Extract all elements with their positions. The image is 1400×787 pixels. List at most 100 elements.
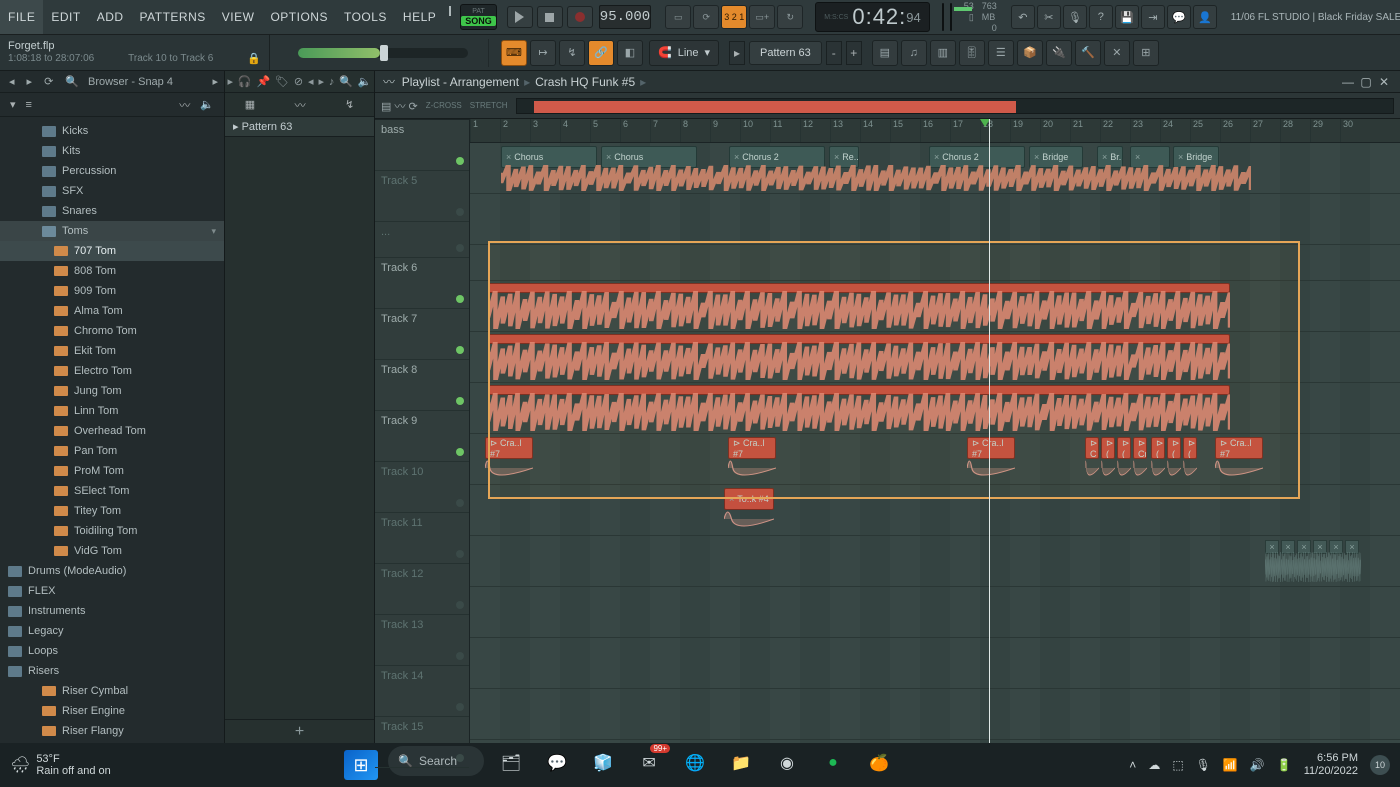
playlist-minimap[interactable] bbox=[516, 98, 1394, 114]
bar-5[interactable]: 5 bbox=[590, 119, 620, 142]
folder-item-sfx[interactable]: SFX bbox=[0, 181, 224, 201]
channelrack-icon[interactable]: ▥ bbox=[930, 40, 956, 66]
browser-search-icon[interactable]: 🔍 bbox=[62, 75, 82, 88]
picker-current-pattern[interactable]: ▸ Pattern 63 bbox=[225, 117, 374, 137]
bar-13[interactable]: 13 bbox=[830, 119, 860, 142]
link-icon[interactable]: 🔗 bbox=[588, 40, 614, 66]
folder-item-flex[interactable]: FLEX bbox=[0, 581, 224, 601]
bar-29[interactable]: 29 bbox=[1310, 119, 1340, 142]
grid-view-icon[interactable]: ▦ bbox=[245, 98, 255, 111]
pattern-minus[interactable]: - bbox=[826, 41, 842, 65]
auto-icon[interactable]: ↯ bbox=[345, 98, 354, 111]
bar-30[interactable]: 30 bbox=[1340, 119, 1370, 142]
playlist-min-icon[interactable]: — bbox=[1340, 75, 1356, 89]
bar-25[interactable]: 25 bbox=[1190, 119, 1220, 142]
sample-item-riser-flangy[interactable]: Riser Flangy bbox=[0, 721, 224, 741]
track-header-3[interactable]: ... bbox=[375, 222, 469, 258]
onedrive-icon[interactable]: ☁ bbox=[1148, 758, 1160, 772]
bar-1[interactable]: 1 bbox=[470, 119, 500, 142]
tempo-tap-icon[interactable]: 🔌 bbox=[1046, 40, 1072, 66]
folder-item-risers[interactable]: Risers bbox=[0, 661, 224, 681]
arrange-menu-icon[interactable]: 〰 bbox=[383, 73, 395, 90]
feed-icon[interactable]: 💬 bbox=[1167, 5, 1191, 29]
account-icon[interactable]: 👤 bbox=[1193, 5, 1217, 29]
track-mute-dot[interactable] bbox=[456, 754, 464, 762]
playlist-icon[interactable]: ▤ bbox=[872, 40, 898, 66]
track-lane-12[interactable] bbox=[470, 689, 1400, 740]
edge-icon[interactable]: 🌐 bbox=[676, 746, 714, 780]
sample-item-riser-cymbal[interactable]: Riser Cymbal bbox=[0, 681, 224, 701]
playlist-tools-icon[interactable]: ▤ 〰 ⟳ bbox=[381, 98, 418, 114]
track-header-6[interactable]: Track 8 bbox=[375, 360, 469, 411]
right-icon[interactable]: ▸ bbox=[318, 75, 324, 88]
clip-close-icon[interactable]: × bbox=[734, 152, 739, 162]
track-header-8[interactable]: Track 10 bbox=[375, 462, 469, 513]
sample-item-titey-tom[interactable]: Titey Tom bbox=[0, 501, 224, 521]
bar-21[interactable]: 21 bbox=[1070, 119, 1100, 142]
bar-16[interactable]: 16 bbox=[920, 119, 950, 142]
bar-4[interactable]: 4 bbox=[560, 119, 590, 142]
track-lane-3[interactable] bbox=[470, 245, 1400, 281]
snap-selector[interactable]: 🧲 Line ▾ bbox=[649, 40, 719, 66]
menu-help[interactable]: HELP bbox=[395, 0, 444, 34]
playhead[interactable] bbox=[989, 119, 990, 743]
headphone-icon[interactable]: 🎧 bbox=[238, 75, 252, 88]
plugin-db-icon[interactable]: 📦 bbox=[1017, 40, 1043, 66]
typing-keyboard-icon[interactable]: ⌨ bbox=[501, 40, 527, 66]
mic-tray-icon[interactable]: 🎙 bbox=[1196, 758, 1211, 772]
filter-icon[interactable]: ≡ bbox=[26, 99, 32, 111]
clip-close-icon[interactable]: × bbox=[729, 494, 734, 504]
close-all-icon[interactable]: ✕ bbox=[1104, 40, 1130, 66]
track-lane-8[interactable]: ×To..k #4 bbox=[470, 485, 1400, 536]
store-icon[interactable]: 🧊 bbox=[584, 746, 622, 780]
chrome-icon[interactable]: ◉ bbox=[768, 746, 806, 780]
sample-item-alma-tom[interactable]: Alma Tom bbox=[0, 301, 224, 321]
stretch-label[interactable]: STRETCH bbox=[470, 101, 508, 110]
sample-item-linn-tom[interactable]: Linn Tom bbox=[0, 401, 224, 421]
menu-add[interactable]: ADD bbox=[89, 0, 132, 34]
sample-item-909-tom[interactable]: 909 Tom bbox=[0, 281, 224, 301]
track-mute-dot[interactable] bbox=[456, 295, 464, 303]
bar-22[interactable]: 22 bbox=[1100, 119, 1130, 142]
sample-item-prom-tom[interactable]: ProM Tom bbox=[0, 461, 224, 481]
bar-ruler[interactable]: 1234567891011121314151617181920212223242… bbox=[470, 119, 1400, 143]
menu-view[interactable]: VIEW bbox=[214, 0, 263, 34]
sample-item-808-tom[interactable]: 808 Tom bbox=[0, 261, 224, 281]
visualizer[interactable] bbox=[942, 3, 944, 31]
help-icon[interactable]: ? bbox=[1089, 5, 1113, 29]
browser-tree[interactable]: KicksKitsPercussionSFXSnaresToms707 Tom8… bbox=[0, 117, 224, 743]
clip-close-icon[interactable]: × bbox=[1135, 152, 1140, 162]
mic-icon[interactable]: 🎙 bbox=[1063, 5, 1087, 29]
track-mute-dot[interactable] bbox=[456, 601, 464, 609]
bar-3[interactable]: 3 bbox=[530, 119, 560, 142]
sample-item-chromo-tom[interactable]: Chromo Tom bbox=[0, 321, 224, 341]
dropbox-icon[interactable]: ⬚ bbox=[1172, 758, 1183, 772]
explorer-icon[interactable]: 📁 bbox=[722, 746, 760, 780]
flstudio-icon[interactable]: 🍊 bbox=[860, 746, 898, 780]
menu-options[interactable]: OPTIONS bbox=[262, 0, 336, 34]
folder-item-drums-modeaudio-[interactable]: Drums (ModeAudio) bbox=[0, 561, 224, 581]
bar-7[interactable]: 7 bbox=[650, 119, 680, 142]
spotify-icon[interactable]: ● bbox=[814, 746, 852, 780]
record-button[interactable] bbox=[567, 6, 593, 28]
track-mute-dot[interactable] bbox=[456, 346, 464, 354]
countdown-icon[interactable]: ⟳ bbox=[693, 5, 719, 29]
taskview-icon[interactable]: 🗂 bbox=[492, 746, 530, 780]
sample-item-toidiling-tom[interactable]: Toidiling Tom bbox=[0, 521, 224, 541]
battery-icon[interactable]: 🔋 bbox=[1277, 758, 1292, 772]
track-header-2[interactable]: Track 5 bbox=[375, 171, 469, 222]
track-mute-dot[interactable] bbox=[456, 499, 464, 507]
midi-icon[interactable]: ◧ bbox=[617, 40, 643, 66]
folder-item-legacy[interactable]: Legacy bbox=[0, 621, 224, 641]
pattern-play-icon[interactable]: ▸ bbox=[729, 41, 745, 65]
folder-item-kicks[interactable]: Kicks bbox=[0, 121, 224, 141]
track-header-7[interactable]: Track 9 bbox=[375, 411, 469, 462]
clip-close-icon[interactable]: × bbox=[934, 152, 939, 162]
menu-edit[interactable]: EDIT bbox=[43, 0, 88, 34]
track-lane-10[interactable] bbox=[470, 587, 1400, 638]
stop-button[interactable] bbox=[537, 6, 563, 28]
track-mute-dot[interactable] bbox=[456, 652, 464, 660]
track-header-13[interactable]: Track 15 bbox=[375, 717, 469, 768]
loop-rec-icon[interactable]: ↻ bbox=[777, 5, 803, 29]
browser-back-icon[interactable]: ◂ bbox=[6, 75, 18, 88]
